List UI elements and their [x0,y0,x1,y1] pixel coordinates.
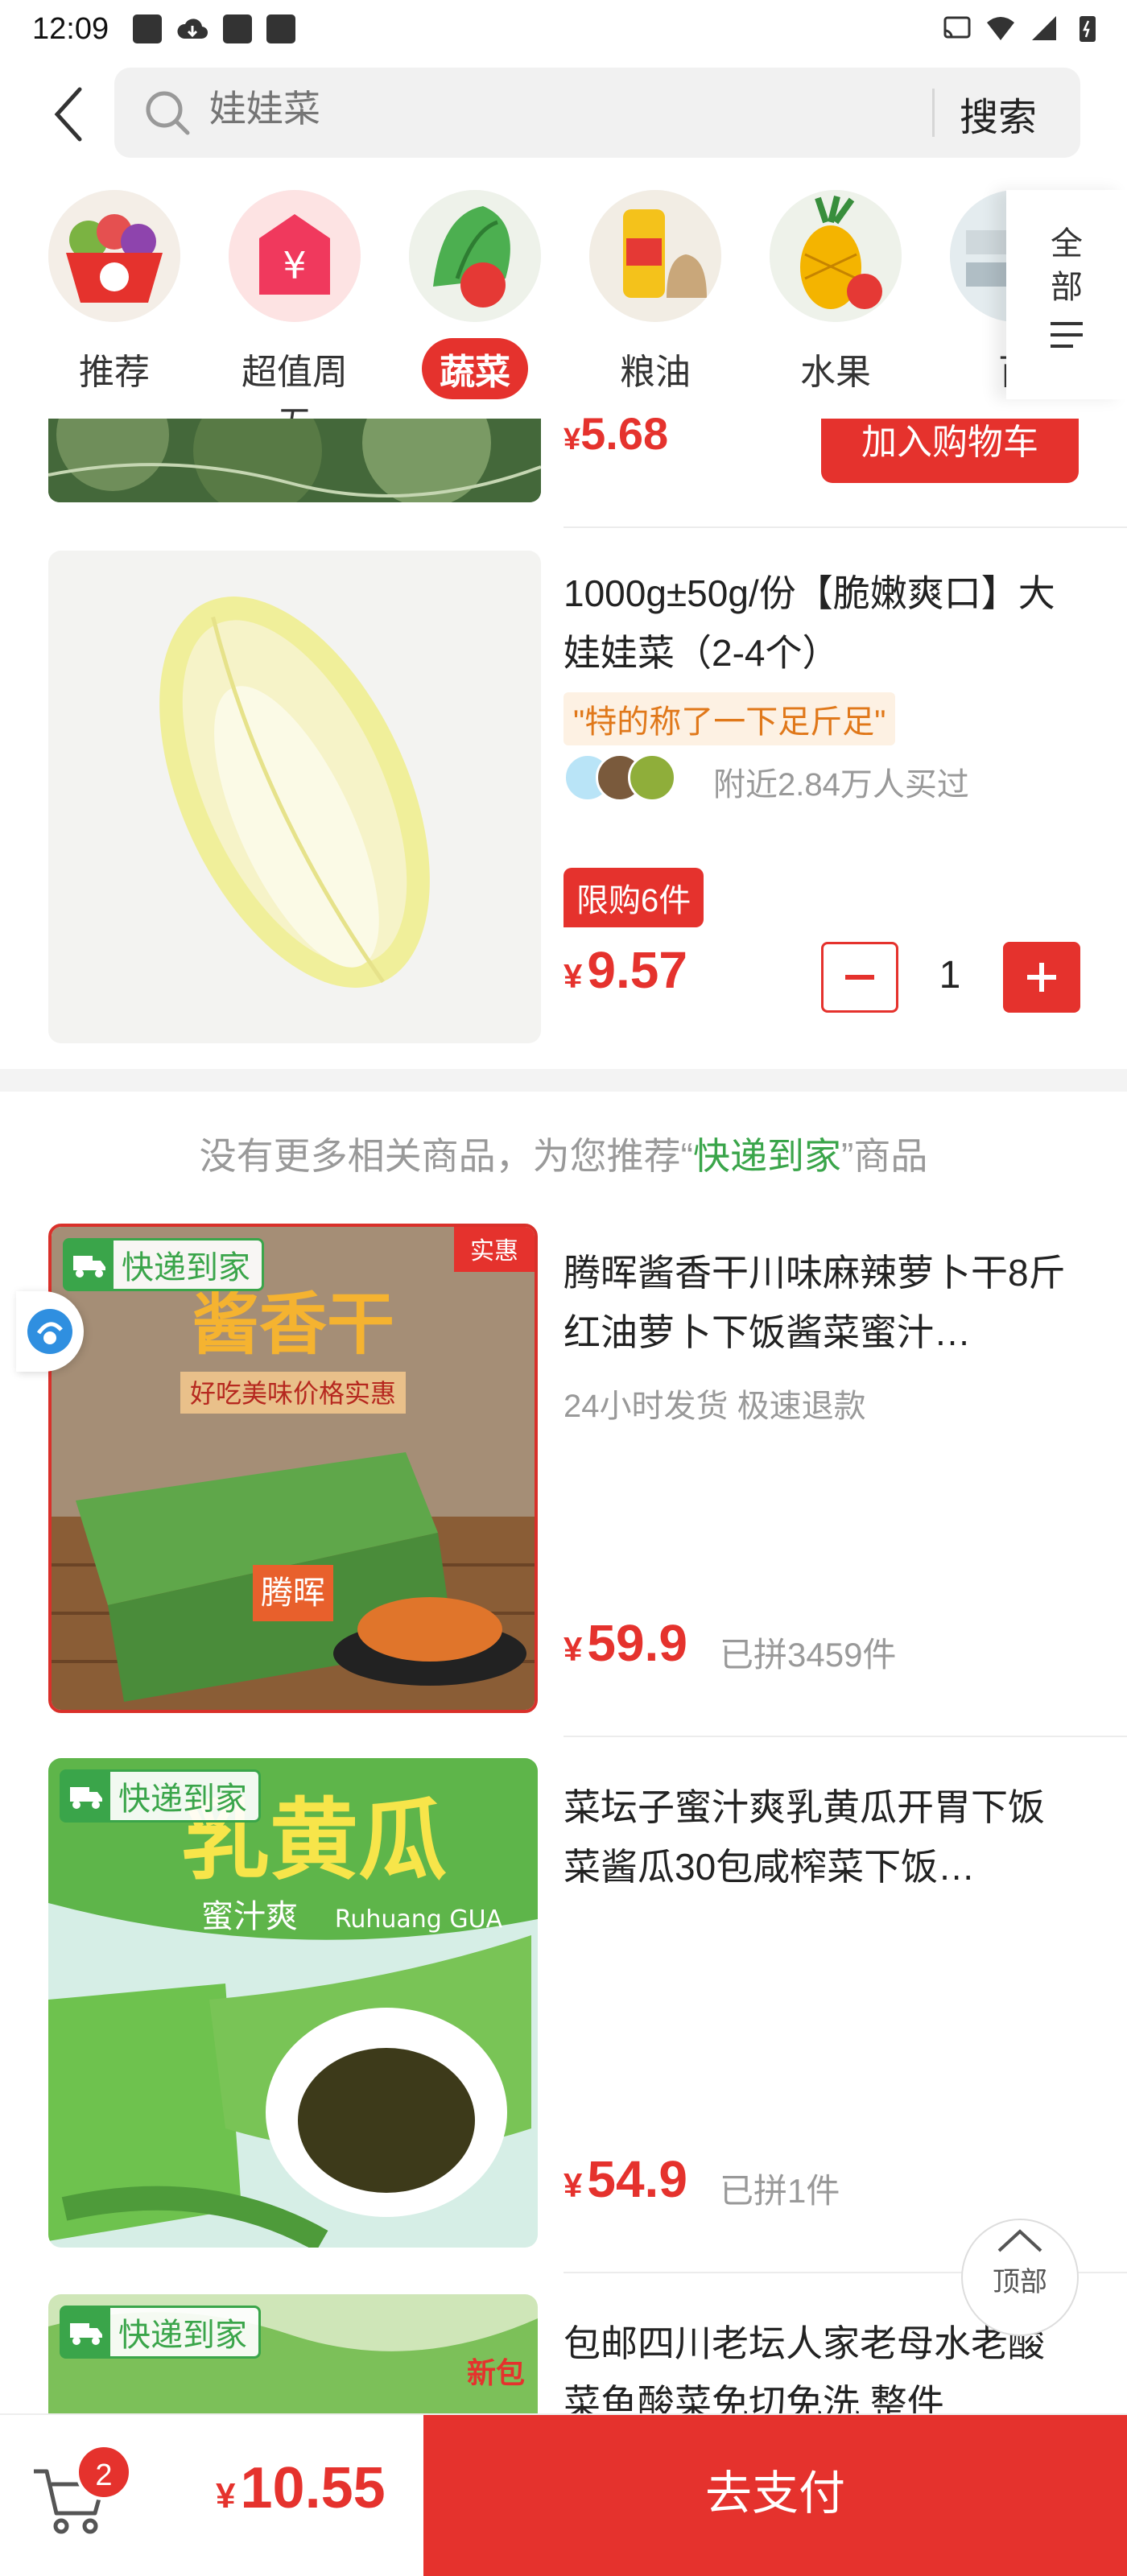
plus-icon [1027,963,1056,992]
delivery-badge: 快递到家 [60,1769,261,1823]
back-to-top-label: 顶部 [993,2267,1047,2297]
search-divider [932,89,935,137]
category-item-vegetables[interactable]: 蔬菜 [394,190,555,399]
category-item-grain-oil[interactable]: 粮油 [575,190,736,399]
image-subtext: 蜜汁爽 [201,1898,298,1935]
recommend-item-price: ¥59.9 [564,1614,687,1672]
purchase-limit-badge: 限购6件 [564,868,704,927]
category-image [589,190,721,322]
notification-icons [133,14,296,43]
category-label: 水果 [800,353,871,392]
search-icon [146,91,190,135]
cart-count-badge: 2 [76,2444,132,2500]
search-input[interactable] [209,87,934,130]
category-bar: 推荐 ¥ 超值周五 蔬菜 粮油 水果 百 全部 [0,190,1127,444]
category-image [409,190,541,322]
signal-icon [1032,16,1056,40]
app-notification-icon [133,14,163,43]
delivery-label: 快递到家 [118,2318,247,2353]
divider [564,526,1127,528]
search-bar[interactable]: 搜索 [114,68,1080,158]
image-notification-icon [266,14,296,43]
cloud-download-icon [177,19,208,39]
truck-icon [62,2308,110,2356]
image-headline: 酱香干 [192,1285,394,1364]
product-image[interactable] [48,551,541,1043]
recommend-item-image[interactable]: 乳黄瓜 蜜汁爽 Ruhuang GUA 快递到家 [48,1758,538,2248]
quantity-value[interactable]: 1 [926,953,974,997]
search-button[interactable]: 搜索 [960,85,1037,142]
quantity-increase-button[interactable] [1003,942,1080,1013]
cast-icon [943,16,971,39]
recommend-item-image[interactable]: 酱香干好吃美味价格实惠腾晖 实惠 快递到家 [48,1224,538,1713]
image-english-text: Ruhuang GUA [335,1905,503,1934]
quantity-decrease-button[interactable] [821,942,898,1013]
image-subtext: 好吃美味价格实惠 [190,1378,396,1409]
delivery-badge: 快递到家 [63,1238,264,1291]
section-divider [0,1069,1127,1092]
category-label-active: 蔬菜 [422,338,528,399]
divider [564,1736,1127,1737]
svg-text:¥: ¥ [283,244,306,287]
recommend-item-price: ¥54.9 [564,2150,687,2208]
truck-icon [62,1772,110,1820]
category-label: 粮油 [620,353,691,392]
category-item-recommend[interactable]: 推荐 [34,190,195,399]
search-header: 搜索 [0,64,1127,161]
menu-lines-icon [1051,322,1083,348]
recommend-item-title[interactable]: 菜坛子蜜汁爽乳黄瓜开胃下饭菜酱瓜30包咸榨菜下饭… [564,1777,1079,1897]
minus-icon [845,975,874,980]
delivery-label: 快递到家 [118,1781,247,1817]
recommend-item-title[interactable]: 腾晖酱香干川味麻辣萝卜干8斤红油萝卜下饭酱菜蜜汁… [564,1243,1079,1362]
all-categories-label: 全部 [1051,226,1083,305]
chevron-left-icon [54,87,82,142]
category-image: ¥ [229,190,361,322]
category-image [48,190,180,322]
system-icons [942,13,1103,43]
back-button[interactable] [40,82,97,147]
recommend-item-image[interactable]: 新包 快递到家 [48,2294,538,2413]
recommend-item-sold: 已拼1件 [720,2172,840,2210]
image-corner-label: 实惠 [470,1237,518,1265]
total-price: ¥10.55 [216,2456,386,2520]
checkout-bar: 2 ¥10.55 去支付 [0,2413,1127,2576]
review-tag: "特的称了一下足斤足" [564,692,896,745]
wifi-icon [987,17,1014,40]
truck-icon [65,1241,114,1289]
buyer-avatars [564,753,708,802]
product-price: ¥9.57 [564,941,687,999]
delivery-badge: 快递到家 [60,2306,261,2359]
recommend-item-sold: 已拼3459件 [720,1636,897,1674]
recommend-item-meta: 24小时发货 极速退款 [564,1389,866,1424]
category-label: 推荐 [79,353,150,392]
battery-icon [1080,16,1096,42]
chevron-up-icon [997,2229,1042,2252]
add-to-cart-button[interactable]: 加入购物车 [821,419,1079,483]
product-image[interactable] [48,419,541,502]
image-brand: 腾晖 [261,1575,325,1612]
product-title[interactable]: 1000g±50g/份【脆嫩爽口】大娃娃菜（2-4个） [564,564,1079,683]
product-price: ¥5.68 [564,408,669,459]
status-time: 12:09 [32,11,109,46]
assistant-icon [27,1309,72,1354]
category-item-fruit[interactable]: 水果 [755,190,916,399]
avatar [628,753,676,802]
app-notification-icon [223,14,253,43]
all-categories-button[interactable]: 全部 [1006,190,1127,399]
bought-count: 附近2.84万人买过 [713,767,969,803]
back-to-top-button[interactable]: 顶部 [961,2219,1079,2336]
delivery-label: 快递到家 [122,1250,250,1286]
pay-button[interactable]: 去支付 [423,2415,1127,2576]
recommend-notice: 没有更多相关商品，为您推荐“快递到家”商品 [199,1135,928,1177]
image-corner-label: 新包 [467,2357,525,2390]
category-item-friday[interactable]: ¥ 超值周五 [214,190,375,451]
status-bar: 12:09 [0,0,1127,58]
category-image [770,190,902,322]
